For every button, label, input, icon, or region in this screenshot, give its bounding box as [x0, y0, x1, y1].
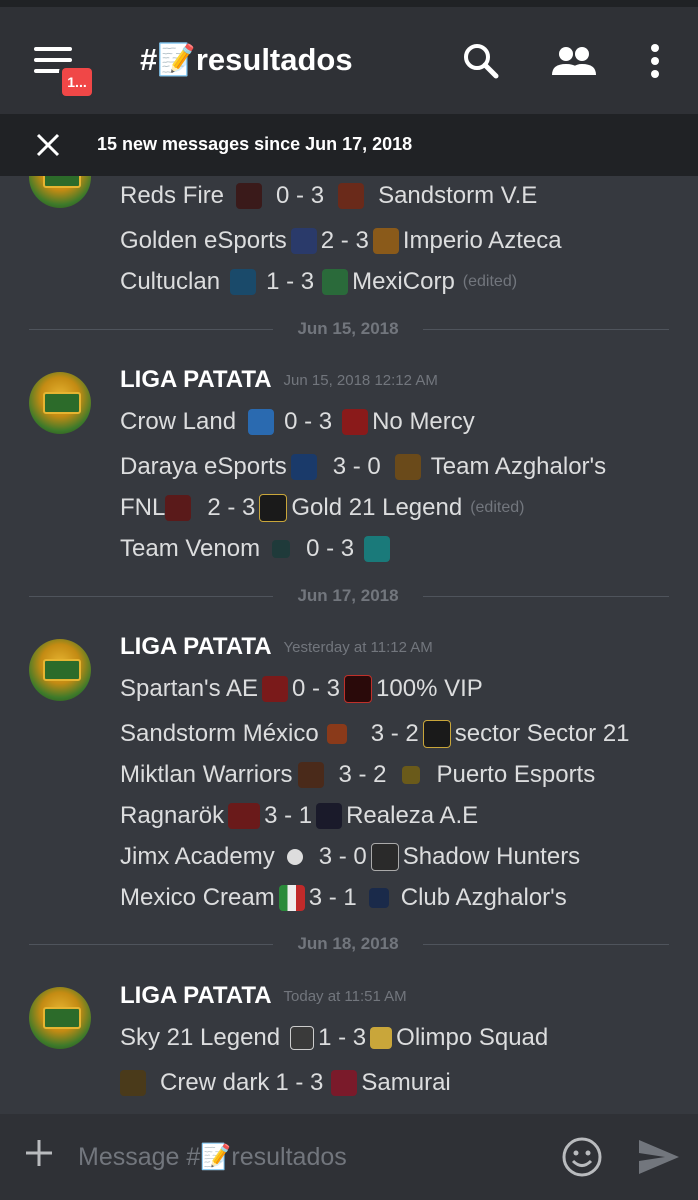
result-line: Cultuclan 1 - 3 MexiCorp (edited) [120, 268, 518, 295]
team-logo-icon [259, 494, 288, 522]
date-divider-label: Jun 18, 2018 [273, 934, 423, 954]
close-icon[interactable] [36, 133, 60, 157]
edited-tag: (edited) [462, 273, 518, 290]
team-logo-icon [290, 1026, 315, 1050]
notification-badge: 1... [62, 68, 92, 96]
team-logo-icon [368, 888, 389, 908]
result-line: Reds Fire 0 - 3 Sandstorm V.E [120, 182, 538, 209]
channel-title: #📝resultados [140, 42, 353, 77]
message-timestamp: Jun 15, 2018 12:12 AM [283, 371, 438, 389]
new-messages-banner[interactable]: 15 new messages since Jun 17, 2018 [0, 114, 698, 176]
status-strip [0, 0, 698, 7]
team-logo-icon [290, 454, 317, 480]
team-logo-icon [298, 762, 325, 788]
result-line: FNL 2 - 3 Gold 21 Legend (edited) [120, 494, 525, 522]
message-timestamp: Today at 11:51 AM [283, 987, 407, 1005]
message-header: LIGA PATATA Yesterday at 11:12 AM [120, 633, 433, 661]
team-logo-icon [230, 269, 257, 295]
team-logo-icon [370, 1027, 393, 1049]
message-list[interactable]: Reds Fire 0 - 3 Sandstorm V.E Golden eSp… [0, 176, 698, 1114]
date-divider-label: Jun 15, 2018 [273, 319, 423, 339]
result-line: Crew dark 1 - 3 Samurai [120, 1069, 451, 1097]
date-divider-label: Jun 17, 2018 [273, 586, 423, 606]
emoji-icon[interactable] [561, 1136, 603, 1178]
channel-header: 1... #📝resultados [0, 7, 698, 114]
team-logo-icon [331, 1070, 358, 1096]
team-logo-icon [342, 409, 369, 435]
message-input[interactable]: Message #📝resultados [78, 1143, 347, 1172]
result-line: Sky 21 Legend 1 - 3 Olimpo Squad [120, 1024, 549, 1051]
author-name[interactable]: LIGA PATATA [120, 982, 272, 1010]
team-logo-icon [165, 495, 192, 521]
team-logo-icon [120, 1070, 146, 1096]
result-line: Jimx Academy 3 - 0 Shadow Hunters [120, 843, 581, 871]
message-header: LIGA PATATA Today at 11:51 AM [120, 982, 407, 1010]
team-logo-icon [290, 228, 317, 254]
send-icon[interactable] [637, 1138, 681, 1176]
author-avatar[interactable] [29, 176, 91, 208]
author-avatar[interactable] [29, 987, 91, 1049]
team-logo-icon [228, 803, 261, 829]
author-name[interactable]: LIGA PATATA [120, 633, 272, 661]
team-logo-icon [316, 803, 343, 829]
team-logo-icon [322, 269, 349, 295]
team-logo-icon [394, 454, 421, 480]
message-composer: Message #📝resultados [0, 1114, 698, 1200]
members-icon[interactable] [551, 45, 597, 77]
edited-tag: (edited) [470, 499, 525, 516]
team-logo-icon [372, 228, 399, 254]
author-avatar[interactable] [29, 372, 91, 434]
team-logo-icon [262, 676, 288, 702]
add-attachment-icon[interactable] [24, 1138, 54, 1168]
team-logo-icon [422, 720, 451, 748]
result-line: Miktlan Warriors 3 - 2 Puerto Esports [120, 761, 596, 788]
team-logo-icon [402, 766, 421, 784]
search-icon[interactable] [462, 42, 500, 80]
result-line: Daraya eSports 3 - 0 Team Azghalor's [120, 453, 607, 480]
new-messages-text: 15 new messages since Jun 17, 2018 [97, 134, 413, 154]
team-logo-icon [338, 183, 365, 209]
team-logo-icon [344, 675, 373, 703]
team-logo-icon [272, 540, 291, 558]
message-header: LIGA PATATA Jun 15, 2018 12:12 AM [120, 366, 438, 394]
team-logo-icon [248, 409, 275, 435]
team-logo-icon [236, 183, 263, 209]
team-logo-icon [370, 843, 399, 871]
author-avatar[interactable] [29, 639, 91, 701]
overflow-menu-icon[interactable] [648, 43, 662, 79]
team-logo-icon [286, 849, 303, 865]
result-line: Mexico Cream 3 - 1 Club Azghalor's [120, 884, 567, 911]
result-line: Sandstorm México 3 - 2 sector Sector 21 [120, 720, 630, 748]
message-timestamp: Yesterday at 11:12 AM [283, 638, 433, 656]
result-line: Ragnarök 3 - 1 Realeza A.E [120, 802, 479, 829]
result-line: Spartan's AE 0 - 3 100% VIP [120, 675, 483, 703]
team-logo-icon [364, 536, 391, 562]
result-line: Team Venom 0 - 3 [120, 535, 394, 563]
author-name[interactable]: LIGA PATATA [120, 366, 272, 394]
result-line: Crow Land 0 - 3 No Mercy [120, 408, 475, 435]
result-line: Golden eSports 2 - 3 Imperio Azteca [120, 227, 562, 254]
team-logo-icon [278, 885, 305, 911]
team-logo-icon [326, 724, 347, 744]
